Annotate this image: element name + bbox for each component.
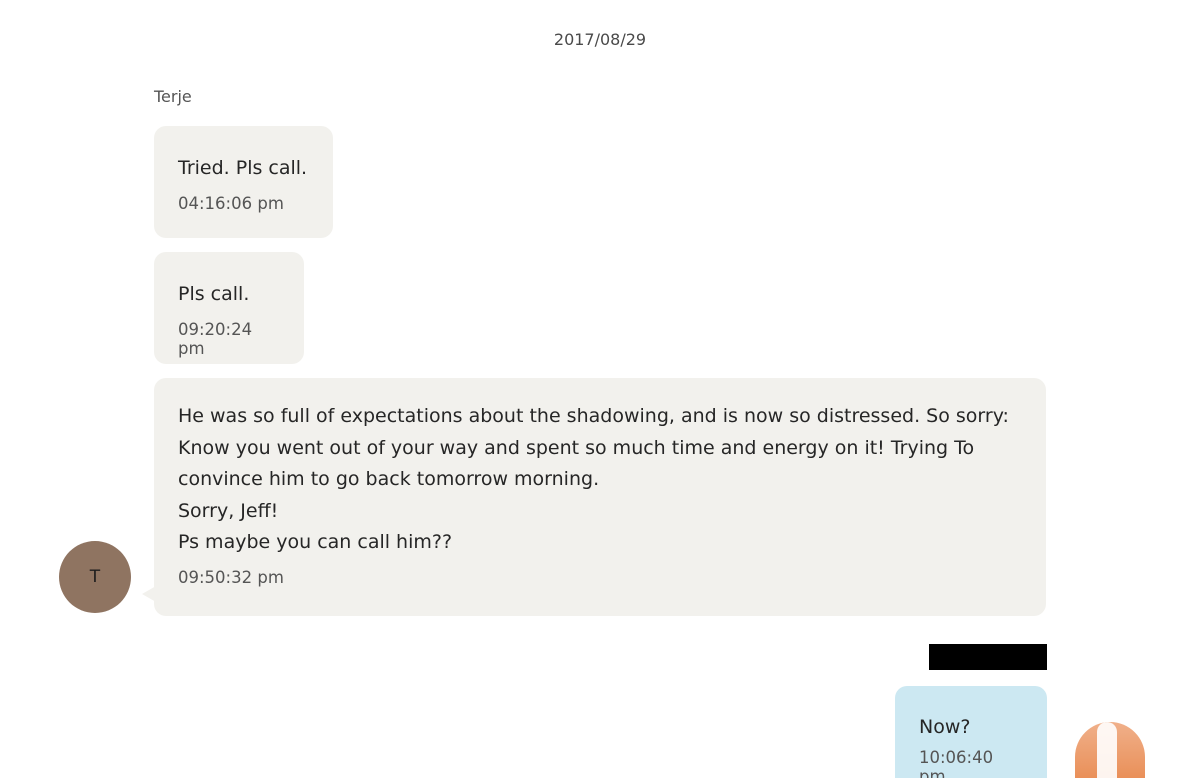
message-text: Tried. Pls call. <box>178 157 308 179</box>
message-text: He was so full of expectations about the… <box>178 405 1009 553</box>
message-bubble-2[interactable]: Pls call. 09:20:24 pm <box>154 252 304 364</box>
avatar[interactable]: T <box>59 541 131 613</box>
avatar-initial: T <box>89 567 101 587</box>
sender-name: Terje <box>154 87 192 106</box>
message-bubble-3[interactable]: He was so full of expectations about the… <box>142 378 1046 616</box>
overlay-decoration <box>1075 722 1145 778</box>
message-timestamp: 09:50:32 pm <box>178 567 284 587</box>
redaction-bar <box>929 644 1047 670</box>
message-bubble-1[interactable]: Tried. Pls call. 04:16:06 pm <box>154 126 333 238</box>
message-text: Pls call. <box>178 283 250 305</box>
message-timestamp: 09:20:24 pm <box>178 319 253 358</box>
message-timestamp: 04:16:06 pm <box>178 193 284 213</box>
message-bubble-outgoing[interactable]: Now? 10:06:40 pm <box>895 686 1047 778</box>
message-thread: 2017/08/29 Terje Tried. Pls call. 04:16:… <box>0 0 1200 778</box>
date-header: 2017/08/29 <box>553 30 647 49</box>
message-timestamp: 10:06:40 pm <box>919 747 994 778</box>
message-text: Now? <box>919 716 971 738</box>
